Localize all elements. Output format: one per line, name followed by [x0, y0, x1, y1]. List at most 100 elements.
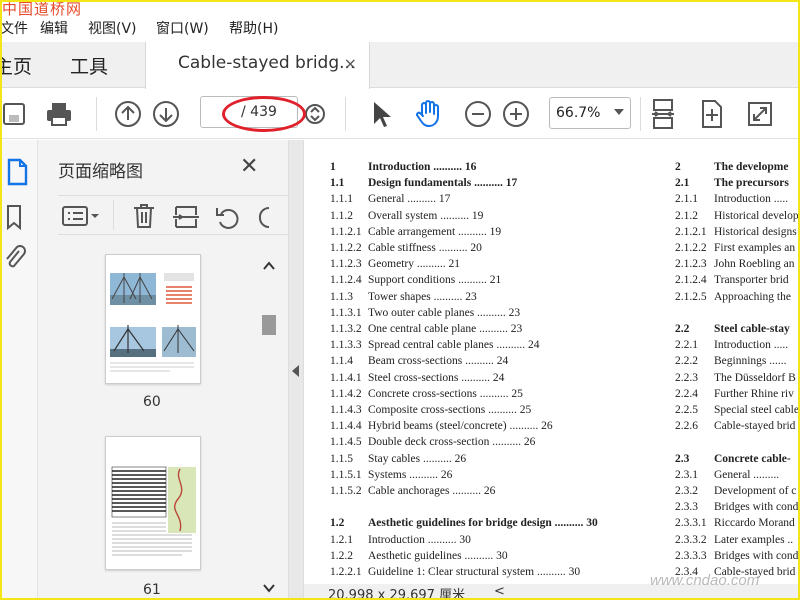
attachment-icon[interactable] — [4, 244, 26, 278]
toc-title: Steel cross-sections .......... 24 — [368, 372, 504, 384]
fit-page-icon[interactable] — [648, 99, 678, 129]
toc-entry[interactable]: 1.1.3.1 Two outer cable planes ..........… — [330, 307, 630, 322]
toc-entry[interactable]: 1.1.4.1 Steel cross-sections .......... 2… — [330, 372, 630, 387]
next-page-icon[interactable] — [151, 99, 181, 129]
print-icon[interactable] — [44, 99, 74, 129]
toc-entry[interactable]: 2.1.2.5 Approaching the — [675, 291, 800, 306]
toc-entry[interactable]: 2.1.1 Introduction ..... — [675, 193, 800, 208]
toc-entry[interactable]: 1.1.4.5 Double deck cross-section .......… — [330, 436, 630, 451]
toc-entry[interactable]: 1.1.5.1 Systems .......... 26 — [330, 469, 630, 484]
document-view[interactable]: 1 Introduction .......... 16 1.1 Design fun… — [304, 140, 800, 584]
page-stepper-icon[interactable] — [300, 99, 330, 129]
page-thumbnails-icon[interactable] — [6, 158, 28, 190]
toc-entry[interactable]: 2.3.3.1 Riccardo Morand — [675, 517, 800, 532]
toc-entry[interactable]: 1.1.4.2 Concrete cross-sections .........… — [330, 388, 630, 403]
previous-page-icon[interactable] — [113, 99, 143, 129]
toc-entry[interactable]: 1.1 Design fundamentals .......... 17 — [330, 177, 630, 192]
toc-entry[interactable]: 1.1.2.4 Support conditions .......... 21 — [330, 274, 630, 289]
rotate-counterclockwise-icon[interactable] — [215, 204, 241, 234]
select-pointer-icon[interactable] — [366, 99, 396, 129]
menu-file[interactable]: 文件 — [0, 18, 28, 38]
zoom-in-icon[interactable] — [501, 99, 531, 129]
menu-help[interactable]: 帮助(H) — [229, 18, 278, 38]
toc-entry[interactable]: 2.2.4 Further Rhine riv — [675, 388, 800, 403]
zoom-select[interactable]: 66.7% — [549, 97, 631, 129]
toc-entry[interactable]: 2.1.2.1 Historical designs — [675, 226, 800, 241]
toc-entry[interactable]: 1.2.2 Aesthetic guidelines .......... 30 — [330, 550, 630, 565]
extract-pages-icon[interactable] — [173, 204, 199, 234]
toc-entry[interactable]: 2.1 The precursors — [675, 177, 800, 192]
toc-entry[interactable]: 1.1.4 Beam cross-sections .......... 24 — [330, 355, 630, 370]
toc-entry[interactable]: 2.1.2.4 Transporter brid — [675, 274, 800, 289]
save-icon[interactable] — [0, 99, 30, 129]
page-thumbnail[interactable] — [105, 254, 201, 384]
toc-entry[interactable]: 1.2.2.1 Guideline 1: Clear structural sys… — [330, 566, 630, 581]
toc-entry[interactable]: 2.2.1 Introduction ..... — [675, 339, 800, 354]
fit-width-icon[interactable] — [697, 99, 727, 129]
toc-entry[interactable]: 1.1.5.2 Cable anchorages .......... 26 — [330, 485, 630, 500]
hand-tool-icon[interactable] — [413, 99, 443, 129]
zoom-out-icon[interactable] — [463, 99, 493, 129]
tab-tools[interactable]: 工具 — [70, 52, 108, 79]
toc-title: Aesthetic guidelines .......... 30 — [368, 550, 508, 562]
full-screen-icon[interactable] — [745, 99, 775, 129]
toc-entry[interactable]: 1.1.2.3 Geometry .......... 21 — [330, 258, 630, 273]
toc-number: 2.3.3 — [675, 501, 698, 514]
toc-leader: .......... — [406, 468, 441, 481]
toc-entry[interactable]: 1.1.2.1 Cable arrangement .......... 19 — [330, 226, 630, 241]
close-tab-icon[interactable]: × — [344, 54, 357, 73]
toc-entry[interactable] — [675, 436, 800, 451]
toc-entry[interactable]: 2.2.2 Beginnings ...... — [675, 355, 800, 370]
toc-entry[interactable] — [330, 501, 630, 516]
toc-entry[interactable]: 1.1.3.2 One central cable plane .........… — [330, 323, 630, 338]
menu-edit[interactable]: 编辑 — [40, 18, 68, 38]
close-panel-icon[interactable]: ✕ — [240, 154, 258, 179]
toc-leader: .......... — [474, 306, 509, 319]
toc-entry[interactable]: 2.2.3 The Düsseldorf B — [675, 372, 800, 387]
toc-entry[interactable]: 2.3.1 General ......... — [675, 469, 800, 484]
toc-entry[interactable]: 2 The developme — [675, 161, 800, 176]
toc-title: Further Rhine riv — [714, 387, 794, 400]
toc-entry[interactable] — [675, 307, 800, 322]
toc-entry[interactable]: 1.1.4.3 Composite cross-sections ........… — [330, 404, 630, 419]
toc-number: 1.1.5.2 — [330, 485, 362, 497]
toc-title: Tower shapes .......... 23 — [368, 291, 477, 303]
toc-entry[interactable]: 1.2.1 Introduction .......... 30 — [330, 534, 630, 549]
toc-entry[interactable]: 2.3.2 Development of c — [675, 485, 800, 500]
tab-home[interactable]: 主页 — [0, 52, 32, 79]
options-menu-icon[interactable] — [62, 205, 102, 231]
toc-page: 26 — [440, 468, 453, 481]
toc-entry[interactable]: 2.1.2.2 First examples an — [675, 242, 800, 257]
toc-entry[interactable]: 2.3 Concrete cable- — [675, 453, 800, 468]
scroll-left-icon[interactable]: < — [494, 584, 505, 599]
collapse-panel-button[interactable] — [288, 140, 304, 600]
toc-entry[interactable]: 2.1.2 Historical develop — [675, 210, 800, 225]
toc-entry[interactable]: 2.1.2.3 John Roebling an — [675, 258, 800, 273]
toc-title-text: Design fundamentals — [368, 177, 472, 190]
thumbnail-scrollbar[interactable] — [262, 255, 276, 600]
page-thumbnail[interactable] — [105, 436, 201, 570]
toc-entry[interactable]: 2.3.3.3 Bridges with cond — [675, 550, 800, 565]
toc-entry[interactable]: 1.1.5 Stay cables .......... 26 — [330, 453, 630, 468]
toc-leader: .......... — [424, 533, 460, 546]
delete-icon[interactable] — [132, 202, 156, 234]
toc-entry[interactable]: 2.2.6 Cable-stayed brid — [675, 420, 800, 435]
menu-window[interactable]: 窗口(W) — [156, 18, 209, 38]
page-number-input[interactable] — [206, 101, 232, 123]
toc-entry[interactable]: 1.1.2.2 Cable stiffness .......... 20 — [330, 242, 630, 257]
bookmark-icon[interactable] — [6, 204, 22, 234]
toc-entry[interactable]: 2.2 Steel cable-stay — [675, 323, 800, 338]
toc-entry[interactable]: 2.3.3.2 Later examples .. — [675, 534, 800, 549]
toc-entry[interactable]: 1.1.3 Tower shapes .......... 23 — [330, 291, 630, 306]
toc-entry[interactable]: 1.1.1 General .......... 17 — [330, 193, 630, 208]
menu-view[interactable]: 视图(V) — [88, 18, 137, 38]
document-tab[interactable]: Cable-stayed bridg... × — [145, 42, 370, 89]
toc-entry[interactable]: 2.2.5 Special steel cable — [675, 404, 800, 419]
toc-entry[interactable]: 2.3.3 Bridges with cond — [675, 501, 800, 516]
toc-entry[interactable]: 1.1.2 Overall system .......... 19 — [330, 210, 630, 225]
toc-entry[interactable]: 1.2 Aesthetic guidelines for bridge desig… — [330, 517, 630, 532]
rotate-clockwise-icon[interactable] — [255, 204, 271, 234]
toc-entry[interactable]: 1.1.3.3 Spread central cable planes .....… — [330, 339, 630, 354]
toc-entry[interactable]: 1 Introduction .......... 16 — [330, 161, 630, 176]
toc-entry[interactable]: 1.1.4.4 Hybrid beams (steel/concrete) ...… — [330, 420, 630, 435]
